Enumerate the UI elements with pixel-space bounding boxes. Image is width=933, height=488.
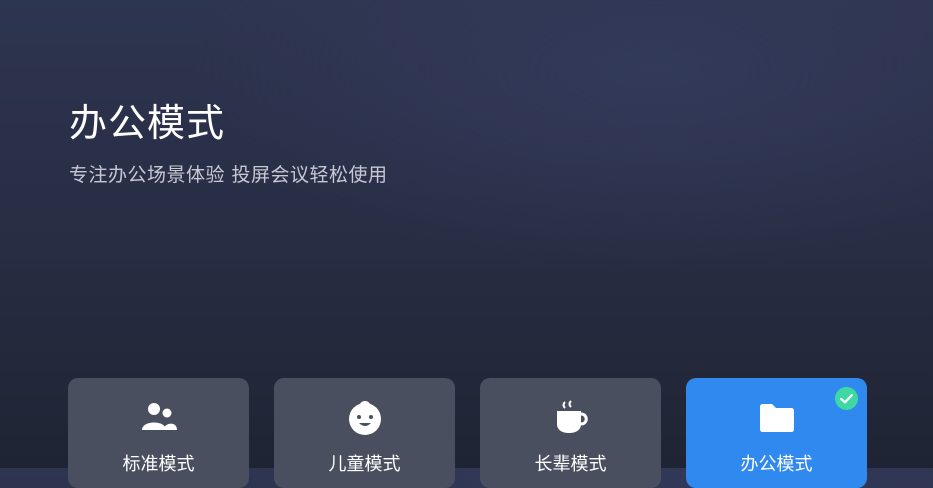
mode-card-office[interactable]: 办公模式 — [686, 378, 867, 488]
mode-card-label: 儿童模式 — [328, 454, 401, 475]
mode-card-label: 办公模式 — [740, 454, 813, 475]
users-icon — [141, 403, 177, 430]
mode-card-kids[interactable]: 儿童模式 — [274, 378, 455, 488]
mode-card-elder[interactable]: 长辈模式 — [480, 378, 661, 488]
tea-cup-icon — [556, 400, 588, 433]
mode-card-standard[interactable]: 标准模式 — [68, 378, 249, 488]
mode-card-label: 长辈模式 — [534, 454, 607, 475]
selected-check-icon — [835, 387, 858, 410]
mode-card-label: 标准模式 — [122, 454, 195, 475]
baby-face-icon — [348, 401, 381, 435]
folder-icon — [759, 404, 794, 432]
mode-description: 专注办公场景体验 投屏会议轻松使用 — [69, 164, 388, 186]
mode-title: 办公模式 — [69, 101, 226, 145]
